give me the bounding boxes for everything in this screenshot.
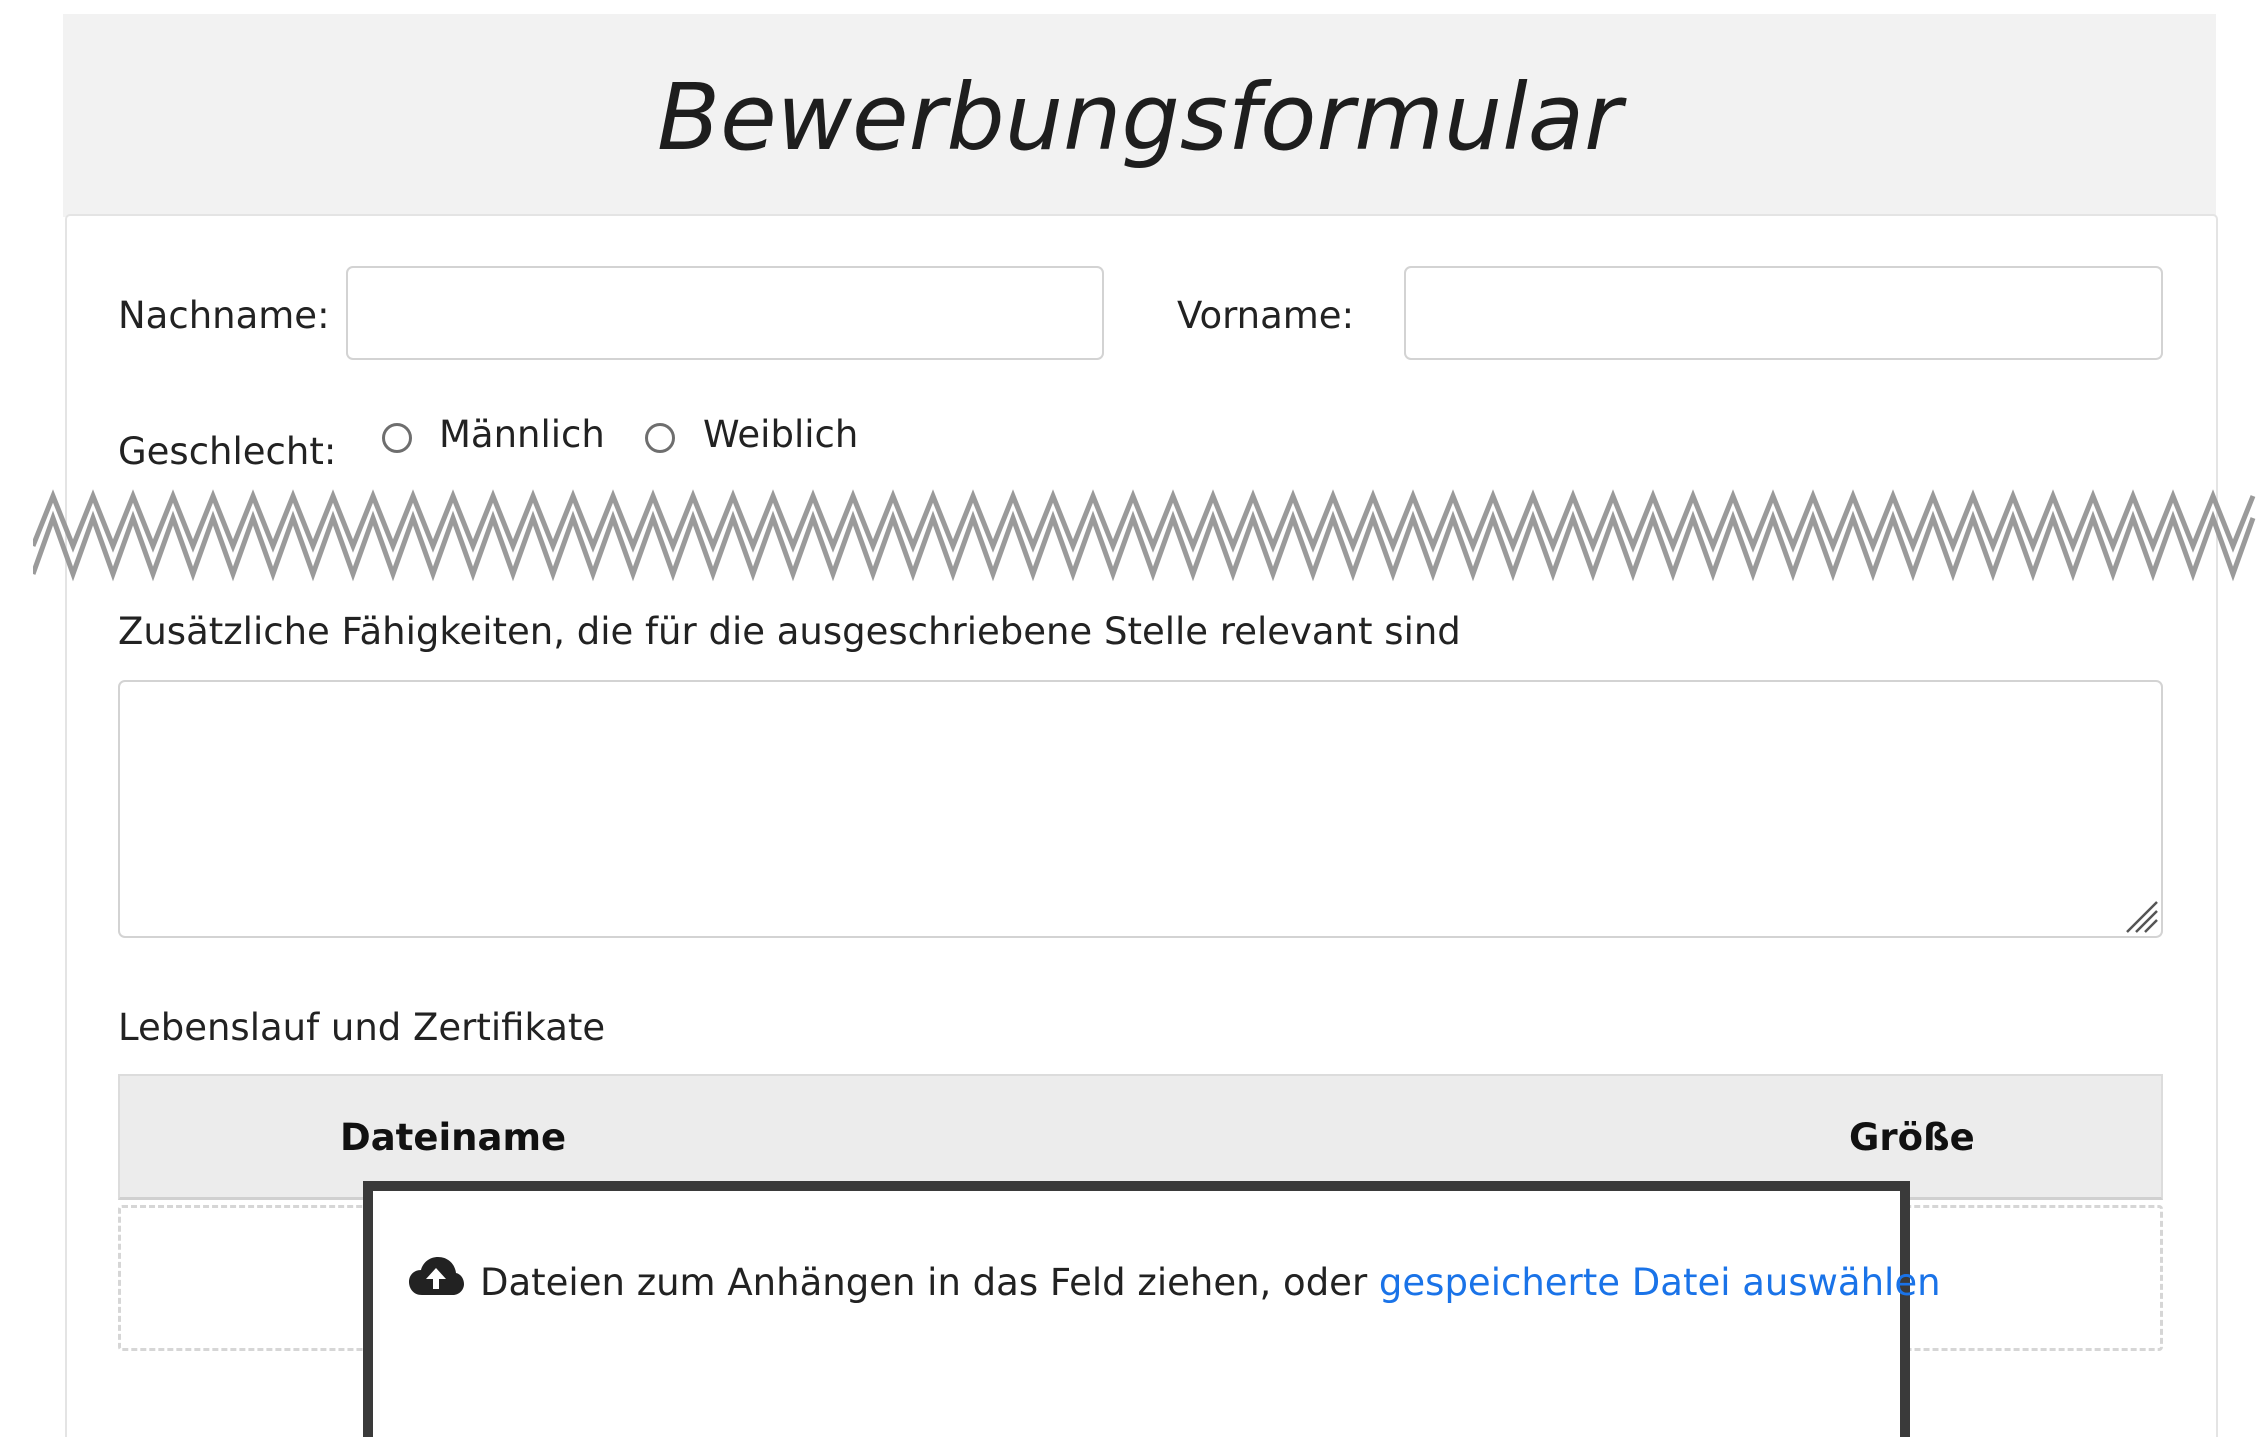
resize-grip-icon[interactable] (2123, 898, 2159, 934)
firstname-label: Vorname: (1177, 294, 1355, 337)
highlight-frame (363, 1181, 1910, 1437)
gender-radio-male[interactable] (382, 423, 412, 453)
gender-option-male-label[interactable]: Männlich (439, 413, 605, 456)
choose-saved-file-link[interactable]: gespeicherte Datei auswählen (1379, 1261, 1941, 1304)
lastname-label: Nachname: (118, 294, 330, 337)
gender-option-female-label[interactable]: Weiblich (703, 413, 858, 456)
lastname-input[interactable] (346, 266, 1104, 360)
dropzone-text: Dateien zum Anhängen in das Feld ziehen,… (480, 1261, 1379, 1304)
dropzone-message: Dateien zum Anhängen in das Feld ziehen,… (408, 1255, 1941, 1304)
application-form-page: Bewerbungsformular Nachname: Vorname: Ge… (0, 0, 2259, 1437)
content-cut-divider (33, 489, 2256, 582)
cloud-upload-icon (409, 1257, 464, 1295)
attachments-label: Lebenslauf und Zertifikate (118, 1006, 606, 1049)
skills-textarea[interactable] (118, 680, 2163, 938)
skills-label: Zusätzliche Fähigkeiten, die für die aus… (118, 610, 1461, 653)
column-header-size[interactable]: Größe (1849, 1116, 1975, 1159)
page-title: Bewerbungsformular (657, 64, 1622, 171)
firstname-input[interactable] (1404, 266, 2163, 360)
column-header-filename[interactable]: Dateiname (340, 1116, 566, 1159)
gender-radio-female[interactable] (645, 423, 675, 453)
gender-label: Geschlecht: (118, 430, 337, 473)
